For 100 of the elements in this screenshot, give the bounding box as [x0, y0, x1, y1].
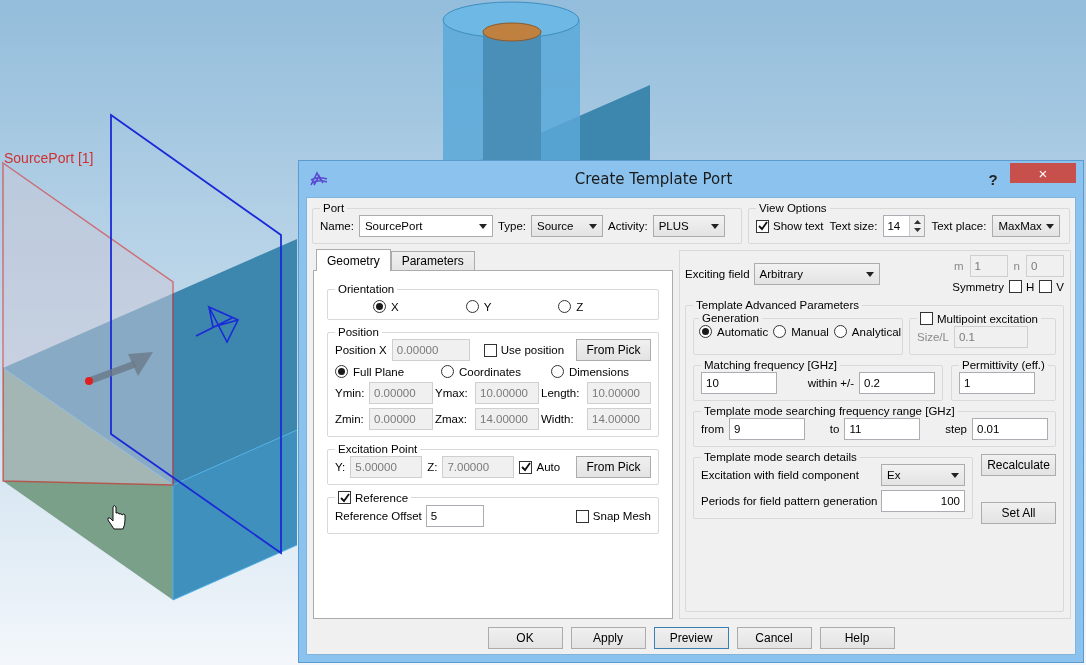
field-label: Exciting field	[685, 268, 750, 280]
spin-arrows-icon	[913, 219, 921, 233]
checkbox[interactable]	[1009, 280, 1022, 293]
field-label: Z:	[427, 461, 438, 473]
input-field[interactable]: 10	[701, 372, 777, 394]
tab[interactable]: Parameters	[390, 251, 475, 270]
field-label: Text size:	[829, 220, 878, 232]
hand-cursor-icon	[107, 505, 126, 530]
help-button[interactable]: ?	[978, 168, 1008, 190]
radio-label: X	[391, 300, 399, 313]
field-label: Zmin:	[335, 413, 365, 425]
radio-button[interactable]	[441, 365, 454, 378]
tab[interactable]: Geometry	[316, 249, 391, 271]
checkbox[interactable]	[519, 460, 533, 474]
input-field[interactable]: 9	[729, 418, 805, 440]
field-label: Length:	[541, 387, 581, 399]
group-title: Permittivity (eff.)	[961, 359, 1046, 371]
text-size-spinbox[interactable]: 14	[883, 215, 926, 237]
group-title: Template Advanced Parameters	[695, 299, 860, 311]
caret-icon	[710, 223, 719, 229]
checkbox-label: Multipoint excitation	[937, 312, 1038, 325]
activity-dropdown[interactable]: PLUS	[652, 215, 725, 237]
field-label: Excitation with field component	[701, 469, 860, 481]
input-field[interactable]: 5	[425, 505, 484, 527]
radio-label: Full Plane	[353, 365, 405, 378]
checkbox-label: V	[1056, 280, 1064, 293]
input-field[interactable]: 11	[844, 418, 921, 440]
checkbox-label: Snap Mesh	[592, 510, 651, 522]
group-title: Port	[322, 202, 346, 214]
input-field[interactable]: 100	[881, 490, 965, 512]
group-title: Template mode searching frequency range [GHz]	[703, 405, 956, 417]
checkbox-label: Show text	[773, 220, 824, 232]
field-label: Text place:	[931, 220, 987, 232]
field-label: m	[954, 260, 964, 272]
field-label: Name:	[320, 220, 354, 232]
field-label: n	[1013, 260, 1020, 272]
radio-button[interactable]	[465, 300, 479, 313]
checkbox-label: H	[1026, 280, 1035, 293]
field-label: Activity:	[608, 220, 648, 232]
checkbox[interactable]	[756, 219, 769, 233]
field-label: Type:	[497, 220, 526, 232]
field-label: Y:	[335, 461, 346, 473]
close-button[interactable]: ×	[1010, 163, 1076, 183]
input-field[interactable]: 0.01	[972, 418, 1048, 440]
name-dropdown[interactable]: SourcePort	[358, 215, 493, 237]
input-field[interactable]: 0.2	[859, 372, 935, 394]
checkbox-label: Auto	[536, 461, 561, 473]
checkbox-label: Use position	[500, 344, 565, 356]
checkbox[interactable]	[483, 343, 497, 357]
caret-icon	[951, 472, 959, 478]
checkbox[interactable]	[1039, 280, 1053, 293]
radio-label: Automatic	[717, 325, 769, 338]
dialog-button[interactable]: Apply	[570, 627, 646, 649]
type-dropdown[interactable]: Source	[531, 215, 603, 237]
field-component-dropdown[interactable]: Ex	[881, 464, 965, 486]
radio-label: Y	[483, 300, 492, 313]
radio-label: Analytical	[851, 325, 902, 338]
set-all-button[interactable]: Set All	[981, 502, 1056, 524]
group-title: Position	[337, 326, 380, 338]
exciting-field-dropdown[interactable]: Arbitrary	[753, 263, 880, 285]
group-title: Generation	[701, 312, 760, 324]
from-pick-button[interactable]: From Pick	[576, 339, 651, 361]
radio-button[interactable]	[551, 365, 564, 378]
field-label: from	[701, 423, 724, 435]
window-title: Create Template Port	[573, 170, 734, 188]
dialog-button[interactable]: Help	[819, 627, 895, 649]
checkbox[interactable]	[920, 312, 933, 325]
field-label: to	[829, 423, 840, 435]
radio-button[interactable]	[558, 300, 572, 313]
caret-icon	[589, 223, 597, 229]
from-pick-button[interactable]: From Pick	[576, 456, 651, 478]
checkbox[interactable]	[338, 491, 351, 504]
group-title: Template mode search details	[703, 451, 858, 463]
dialog-button[interactable]: OK	[487, 627, 563, 649]
input-field[interactable]: 1	[959, 372, 1035, 394]
field-label: Reference Offset	[335, 510, 422, 522]
text-place-dropdown[interactable]: MaxMax	[992, 215, 1061, 237]
field-label: Periods for field pattern generation	[701, 495, 879, 507]
group-title: Matching frequency [GHz]	[703, 359, 838, 371]
field-label: Ymin:	[335, 387, 366, 399]
field-label: Position X	[335, 344, 387, 356]
checkbox[interactable]	[575, 509, 589, 523]
field-label: Symmetry	[952, 280, 1004, 293]
dialog-button[interactable]: Cancel	[736, 627, 812, 649]
field-label: Ymax:	[435, 387, 469, 399]
radio-label: Coordinates	[459, 365, 521, 378]
caret-icon	[478, 223, 487, 229]
field-label: Zmax:	[435, 413, 468, 425]
radio-button[interactable]	[373, 300, 386, 313]
radio-button[interactable]	[699, 325, 712, 338]
radio-button[interactable]	[773, 325, 787, 338]
field-label: Width:	[541, 413, 575, 425]
radio-label: Z	[576, 300, 584, 313]
group-title: Orientation	[337, 283, 396, 295]
radio-button[interactable]	[335, 365, 348, 378]
dialog-button[interactable]: Preview	[653, 627, 729, 649]
field-label: within +/-	[807, 377, 854, 389]
radio-button[interactable]	[833, 325, 847, 338]
recalculate-button[interactable]: Recalculate	[981, 454, 1056, 476]
port-label: SourcePort [1]	[4, 150, 94, 166]
